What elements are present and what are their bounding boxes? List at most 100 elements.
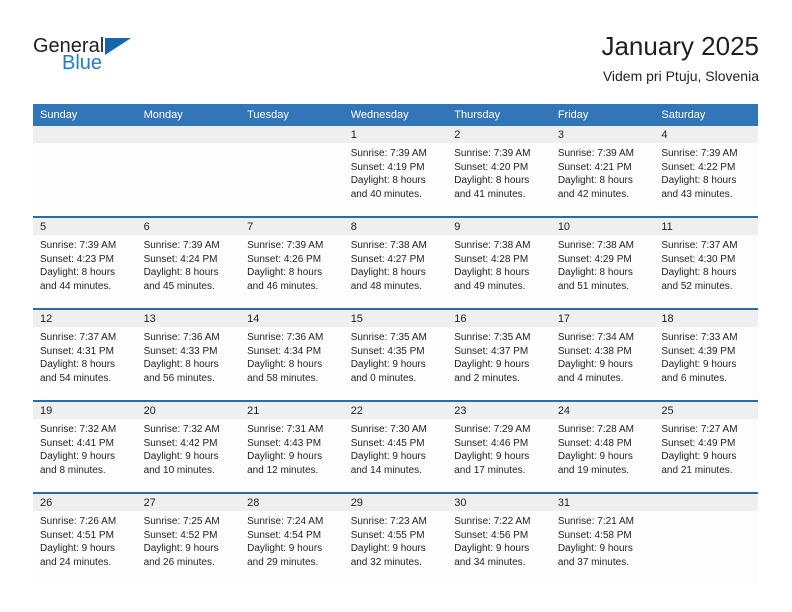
day-detail-line: and 10 minutes.	[143, 464, 215, 476]
calendar-day-cell[interactable]: 20 Sunrise: 7:32 AM Sunset: 4:42 PM Dayligh…	[136, 400, 241, 493]
calendar-day-cell[interactable]: 1 Sunrise: 7:39 AM Sunset: 4:19 PM Daylight…	[343, 126, 448, 217]
day-detail-line: and 56 minutes.	[143, 372, 215, 384]
day-number: 4	[654, 126, 758, 143]
day-number	[33, 126, 137, 143]
day-detail-line: and 45 minutes.	[143, 280, 215, 292]
day-detail-line: Sunrise: 7:27 AM	[661, 424, 738, 435]
day-number: 28	[240, 494, 344, 511]
calendar-day-cell[interactable]: 25 Sunrise: 7:27 AM Sunset: 4:49 PM Dayligh…	[654, 400, 758, 493]
day-detail-line: Sunrise: 7:38 AM	[557, 240, 634, 251]
general-blue-logo[interactable]: General Blue	[33, 36, 233, 84]
calendar-day-cell[interactable]: 23 Sunrise: 7:29 AM Sunset: 4:46 PM Dayligh…	[447, 400, 551, 493]
calendar-week-row: 26 Sunrise: 7:26 AM Sunset: 4:51 PM Dayligh…	[33, 492, 758, 584]
calendar-day-cell[interactable]: 3 Sunrise: 7:39 AM Sunset: 4:21 PM Daylight…	[550, 126, 655, 217]
day-detail-line: Sunrise: 7:39 AM	[557, 148, 634, 159]
day-detail-line: Daylight: 9 hours	[247, 451, 323, 462]
calendar-day-cell[interactable]: 26 Sunrise: 7:26 AM Sunset: 4:51 PM Dayligh…	[33, 492, 137, 584]
day-detail-line: and 29 minutes.	[247, 556, 319, 568]
calendar-day-cell[interactable]: 16 Sunrise: 7:35 AM Sunset: 4:37 PM Dayligh…	[447, 308, 551, 401]
calendar-day-cell[interactable]: 30 Sunrise: 7:22 AM Sunset: 4:56 PM Dayligh…	[447, 492, 551, 584]
day-detail-line: and 26 minutes.	[143, 556, 215, 568]
calendar-day-cell[interactable]: 24 Sunrise: 7:28 AM Sunset: 4:48 PM Dayligh…	[550, 400, 655, 493]
day-detail-line: and 54 minutes.	[40, 372, 112, 384]
day-details: Sunrise: 7:31 AM Sunset: 4:43 PM Daylight:…	[240, 419, 344, 477]
day-details: Sunrise: 7:38 AM Sunset: 4:28 PM Daylight:…	[447, 235, 551, 293]
day-number: 14	[240, 310, 344, 327]
day-number: 5	[33, 218, 137, 235]
calendar-day-cell[interactable]: 4 Sunrise: 7:39 AM Sunset: 4:22 PM Daylight…	[654, 126, 758, 217]
day-detail-line: Sunset: 4:46 PM	[454, 437, 529, 449]
day-detail-line: and 32 minutes.	[350, 556, 422, 568]
calendar-page: General Blue January 2025 Videm pri Ptuj…	[0, 0, 792, 612]
day-details	[240, 143, 344, 147]
calendar-day-cell[interactable]: 18 Sunrise: 7:33 AM Sunset: 4:39 PM Dayligh…	[654, 308, 758, 401]
day-detail-line: Daylight: 8 hours	[143, 359, 219, 370]
day-detail-line: Daylight: 9 hours	[350, 359, 426, 370]
day-number: 12	[33, 310, 137, 327]
calendar-day-cell[interactable]: 29 Sunrise: 7:23 AM Sunset: 4:55 PM Dayligh…	[343, 492, 448, 584]
day-detail-line: Daylight: 9 hours	[247, 543, 323, 554]
day-detail-line: Sunset: 4:31 PM	[40, 345, 114, 357]
day-details: Sunrise: 7:26 AM Sunset: 4:51 PM Daylight:…	[33, 511, 137, 569]
day-detail-line: Sunrise: 7:21 AM	[557, 516, 634, 527]
day-detail-line: and 24 minutes.	[40, 556, 112, 568]
day-detail-line: Sunset: 4:26 PM	[247, 253, 322, 265]
day-detail-line: Daylight: 9 hours	[661, 451, 737, 462]
day-detail-line: Daylight: 9 hours	[350, 451, 426, 462]
day-detail-line: Sunset: 4:20 PM	[454, 161, 529, 173]
logo-text-blue: Blue	[62, 52, 103, 74]
calendar-day-cell[interactable]: 19 Sunrise: 7:32 AM Sunset: 4:41 PM Dayligh…	[33, 400, 137, 493]
calendar-day-cell[interactable]: 13 Sunrise: 7:36 AM Sunset: 4:33 PM Dayligh…	[136, 308, 241, 401]
day-detail-line: Daylight: 9 hours	[40, 543, 116, 554]
day-detail-line: Sunrise: 7:38 AM	[454, 240, 531, 251]
calendar-day-cell[interactable]: 12 Sunrise: 7:37 AM Sunset: 4:31 PM Dayligh…	[33, 308, 137, 401]
day-number: 27	[136, 494, 241, 511]
calendar-day-cell[interactable]: 9 Sunrise: 7:38 AM Sunset: 4:28 PM Daylight…	[447, 216, 551, 309]
day-details: Sunrise: 7:39 AM Sunset: 4:24 PM Daylight:…	[137, 235, 241, 293]
day-detail-line: Sunrise: 7:33 AM	[661, 332, 738, 343]
calendar-day-cell[interactable]: 17 Sunrise: 7:34 AM Sunset: 4:38 PM Dayligh…	[550, 308, 655, 401]
day-details: Sunrise: 7:29 AM Sunset: 4:46 PM Daylight:…	[447, 419, 551, 477]
day-detail-line: and 37 minutes.	[557, 556, 629, 568]
calendar-day-cell[interactable]: 22 Sunrise: 7:30 AM Sunset: 4:45 PM Dayligh…	[343, 400, 448, 493]
day-number: 1	[343, 126, 448, 143]
day-detail-line: Sunset: 4:33 PM	[143, 345, 218, 357]
calendar-day-cell[interactable]: 27 Sunrise: 7:25 AM Sunset: 4:52 PM Dayligh…	[136, 492, 241, 584]
calendar-day-cell[interactable]: 28 Sunrise: 7:24 AM Sunset: 4:54 PM Dayligh…	[240, 492, 344, 584]
day-detail-line: Sunset: 4:48 PM	[557, 437, 632, 449]
day-detail-line: Daylight: 9 hours	[143, 451, 219, 462]
day-detail-line: Sunset: 4:21 PM	[557, 161, 632, 173]
day-details: Sunrise: 7:28 AM Sunset: 4:48 PM Daylight:…	[551, 419, 655, 477]
day-detail-line: and 21 minutes.	[661, 464, 733, 476]
calendar-day-cell[interactable]: 21 Sunrise: 7:31 AM Sunset: 4:43 PM Dayligh…	[240, 400, 344, 493]
calendar-day-cell[interactable]: 11 Sunrise: 7:37 AM Sunset: 4:30 PM Dayligh…	[654, 216, 758, 309]
calendar-day-cell[interactable]: 8 Sunrise: 7:38 AM Sunset: 4:27 PM Daylight…	[343, 216, 448, 309]
calendar-day-cell[interactable]: 7 Sunrise: 7:39 AM Sunset: 4:26 PM Daylight…	[240, 216, 344, 309]
day-detail-line: Sunset: 4:28 PM	[454, 253, 529, 265]
day-details: Sunrise: 7:25 AM Sunset: 4:52 PM Daylight:…	[137, 511, 241, 569]
calendar-day-cell[interactable]: 31 Sunrise: 7:21 AM Sunset: 4:58 PM Dayligh…	[550, 492, 655, 584]
day-number	[240, 126, 344, 143]
weekday-header-thursday: Thursday	[447, 104, 551, 126]
day-details: Sunrise: 7:39 AM Sunset: 4:26 PM Daylight:…	[240, 235, 344, 293]
day-detail-line: Sunset: 4:54 PM	[247, 529, 322, 541]
day-detail-line: Sunset: 4:38 PM	[557, 345, 632, 357]
calendar-day-cell[interactable]: 6 Sunrise: 7:39 AM Sunset: 4:24 PM Daylight…	[136, 216, 241, 309]
calendar-day-cell[interactable]: 10 Sunrise: 7:38 AM Sunset: 4:29 PM Dayligh…	[550, 216, 655, 309]
calendar-day-cell[interactable]: 15 Sunrise: 7:35 AM Sunset: 4:35 PM Dayligh…	[343, 308, 448, 401]
day-number: 19	[33, 402, 137, 419]
calendar-day-cell[interactable]: 2 Sunrise: 7:39 AM Sunset: 4:20 PM Daylight…	[447, 126, 551, 217]
day-details: Sunrise: 7:38 AM Sunset: 4:29 PM Daylight:…	[551, 235, 655, 293]
day-detail-line: Sunset: 4:39 PM	[661, 345, 736, 357]
day-detail-line: Sunrise: 7:36 AM	[247, 332, 324, 343]
calendar-day-cell[interactable]: 5 Sunrise: 7:39 AM Sunset: 4:23 PM Daylight…	[33, 216, 137, 309]
day-number: 6	[136, 218, 241, 235]
day-detail-line: Sunrise: 7:37 AM	[661, 240, 738, 251]
calendar-day-cell-empty	[33, 126, 137, 217]
day-detail-line: Daylight: 8 hours	[247, 359, 323, 370]
day-details: Sunrise: 7:22 AM Sunset: 4:56 PM Daylight:…	[447, 511, 551, 569]
calendar-day-cell[interactable]: 14 Sunrise: 7:36 AM Sunset: 4:34 PM Dayligh…	[240, 308, 344, 401]
day-detail-line: Daylight: 9 hours	[454, 359, 530, 370]
day-detail-line: Sunrise: 7:32 AM	[143, 424, 220, 435]
day-details: Sunrise: 7:37 AM Sunset: 4:30 PM Daylight:…	[654, 235, 758, 293]
